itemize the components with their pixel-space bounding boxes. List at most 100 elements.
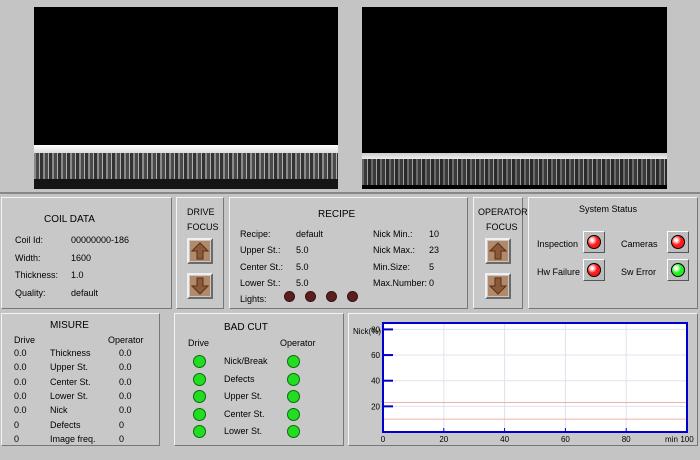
bad-cut-row-label: Lower St. [224, 426, 263, 436]
width-value: 1600 [71, 253, 92, 263]
bad-cut-row-label: Nick/Break [224, 356, 268, 366]
misure-drive-value: 0 [14, 419, 20, 430]
bad-cut-drive-header: Drive [188, 338, 210, 348]
nick-min-value: 10 [429, 229, 440, 239]
recipe-label: Recipe: [240, 229, 271, 239]
nick-max-value: 23 [429, 245, 440, 255]
bad-cut-panel: BAD CUT Drive Operator Nick/Break Defects… [174, 313, 344, 446]
bad-cut-row-label: Defects [224, 373, 255, 384]
status-lamp-icon [587, 235, 601, 249]
misure-drive-value: 0 [14, 433, 20, 444]
drive-focus-title-2: FOCUS [187, 222, 219, 232]
sw-error-label: Sw Error [621, 267, 657, 277]
drive-indicator [193, 355, 206, 368]
arrow-down-icon [488, 276, 508, 296]
divider [0, 192, 700, 194]
nick-chart: 204060800 20 40 60 80 100Nick(%)min [353, 322, 694, 444]
thickness-label: Thickness: [15, 270, 59, 280]
misure-row-label: Center St. [50, 376, 91, 387]
drive-indicator [193, 372, 206, 386]
misure-operator-value: 0.0 [119, 405, 132, 416]
center-st-value: 5.0 [296, 262, 309, 272]
operator-focus-title-2: FOCUS [486, 222, 518, 232]
operator-focus-down-button[interactable] [485, 273, 511, 299]
bad-cut-title: BAD CUT [224, 322, 268, 333]
status-lamp-icon [587, 263, 601, 277]
misure-title: MISURE [50, 320, 89, 331]
chart-x-tick-label: 80 [622, 435, 631, 444]
max-number-label: Max.Number: [373, 278, 428, 288]
recipe-value: default [296, 229, 324, 239]
misure-drive-value: 0.0 [14, 405, 27, 416]
chart-x-tick-label: 40 [500, 435, 509, 444]
system-status-panel: System Status Inspection Cameras Hw Fail… [528, 197, 698, 309]
inspection-lamp [583, 231, 605, 253]
min-size-value: 5 [429, 262, 435, 272]
misure-drive-value: 0.0 [14, 348, 27, 358]
chart-x-tick-label: 60 [561, 435, 570, 444]
misure-operator-value: 0 [119, 419, 125, 430]
operator-indicator [287, 355, 300, 368]
misure-row-label: Thickness [50, 348, 91, 358]
misure-row-label: Nick [50, 405, 68, 416]
coil-data-title: COIL DATA [44, 214, 95, 225]
chart-y-tick-label: 20 [371, 402, 380, 411]
coil-id-label: Coil Id: [15, 235, 44, 245]
hw-failure-label: Hw Failure [537, 267, 581, 277]
misure-drive-value: 0.0 [14, 362, 27, 373]
inspection-label: Inspection [537, 239, 579, 249]
chart-y-tick-label: 40 [371, 377, 380, 386]
operator-indicator [287, 425, 300, 438]
misure-operator-header: Operator [108, 335, 144, 345]
bad-cut-operator-header: Operator [280, 338, 316, 348]
thickness-value: 1.0 [71, 270, 84, 280]
nick-chart-panel: 20 40 60 80 0 20 40 60 80 100 Nick(%) min [348, 313, 698, 446]
misure-row-label: Upper St. [50, 362, 89, 373]
misure-drive-value: 0.0 [14, 390, 27, 401]
misure-operator-value: 0.0 [119, 376, 132, 387]
drive-focus-up-button[interactable] [187, 238, 213, 264]
operator-focus-title-1: OPERATOR [478, 207, 528, 217]
misure-row-label: Defects [50, 419, 81, 430]
drive-focus-panel: DRIVE FOCUS [176, 197, 224, 309]
misure-panel: MISURE Drive Operator 0.0 Thickness 0.0 0.0… [1, 313, 160, 446]
misure-operator-value: 0.0 [119, 348, 132, 358]
misure-operator-value: 0.0 [119, 362, 132, 373]
recipe-panel: RECIPE Recipe: default Upper St.: 5.0 Ce… [229, 197, 468, 309]
operator-focus-up-button[interactable] [485, 238, 511, 264]
light-indicator-2 [305, 291, 316, 302]
light-indicator-3 [326, 291, 337, 302]
light-indicator-4 [347, 291, 358, 302]
drive-focus-down-button[interactable] [187, 273, 213, 299]
drive-camera-view [34, 7, 338, 189]
cameras-lamp [667, 231, 689, 253]
recipe-title: RECIPE [318, 209, 356, 220]
operator-indicator [287, 390, 300, 403]
nick-min-label: Nick Min.: [373, 229, 413, 239]
lower-st-value: 5.0 [296, 278, 309, 288]
min-size-label: Min.Size: [373, 262, 411, 272]
chart-plot-area [383, 323, 687, 432]
chart-x-axis-label: min [665, 435, 678, 444]
sw-error-lamp [667, 259, 689, 281]
nick-max-label: Nick Max.: [373, 245, 416, 255]
drive-indicator [193, 407, 206, 421]
system-status-title: System Status [579, 204, 638, 214]
arrow-up-icon [190, 241, 210, 261]
chart-x-tick-label: 100 [680, 435, 694, 444]
coil-data-panel: COIL DATA Coil Id: 00000000-186 Width: 1… [1, 197, 172, 309]
bad-cut-row-label: Upper St. [224, 391, 263, 401]
status-lamp-icon [671, 235, 685, 249]
operator-indicator [287, 372, 300, 386]
lights-label: Lights: [240, 294, 267, 304]
lower-st-label: Lower St.: [240, 278, 281, 288]
bad-cut-row-label: Center St. [224, 408, 265, 419]
chart-x-tick-label: 20 [439, 435, 448, 444]
operator-camera-view [362, 7, 667, 189]
chart-y-tick-label: 60 [371, 351, 380, 360]
chart-x-tick-label: 0 [381, 435, 386, 444]
width-label: Width: [15, 253, 41, 263]
quality-label: Quality: [15, 288, 46, 298]
misure-drive-header: Drive [14, 335, 36, 345]
quality-value: default [71, 288, 99, 298]
